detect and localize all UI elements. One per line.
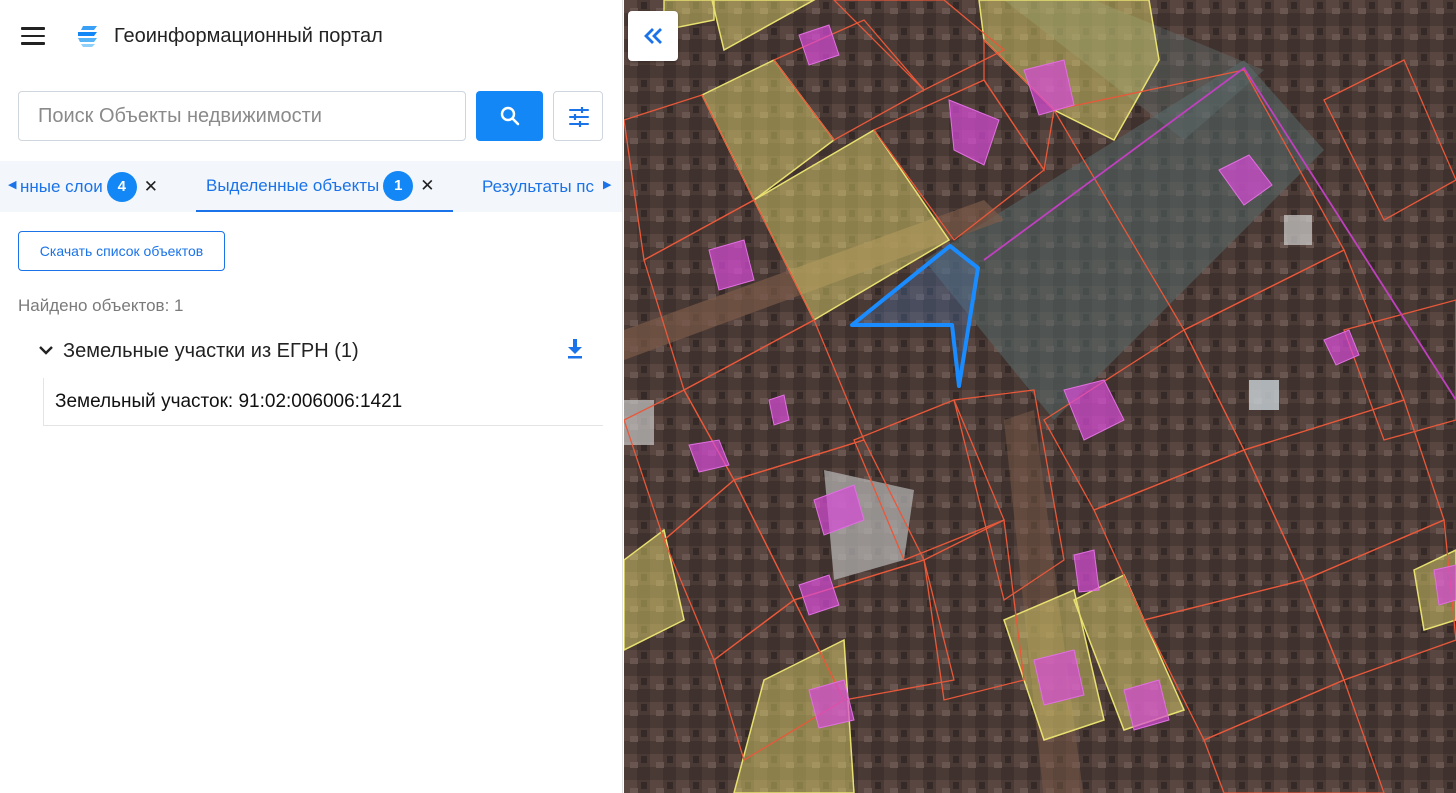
tab-close-icon[interactable]: ✕ <box>144 177 158 197</box>
side-panel: Геоинформационный портал ◀ <box>0 0 623 793</box>
menu-icon[interactable] <box>21 27 45 45</box>
result-group-title: Земельные участки из ЕГРН (1) <box>63 340 359 362</box>
double-chevron-left-icon <box>644 28 662 44</box>
list-item-label: Земельный участок: 91:02:006006:1421 <box>55 391 403 412</box>
search-input[interactable] <box>19 92 465 140</box>
download-icon[interactable] <box>565 338 585 360</box>
collapse-panel-button[interactable] <box>628 11 678 61</box>
search-button[interactable] <box>476 91 543 141</box>
tab-bar: ◀ нные слои 4 ✕ Выделенные объекты 1 ✕ Р… <box>0 161 622 212</box>
top-bar: Геоинформационный портал <box>0 0 622 72</box>
result-group-header[interactable]: Земельные участки из ЕГРН (1) <box>35 333 605 369</box>
tab-count-badge: 1 <box>383 170 414 201</box>
satellite-map[interactable] <box>624 0 1456 793</box>
tab-scroll-right-icon[interactable]: ▶ <box>603 179 611 191</box>
sliders-icon <box>569 107 589 127</box>
tab-scroll-left-icon[interactable]: ◀ <box>8 179 16 191</box>
tab-label: Результаты пс <box>482 176 594 196</box>
chevron-down-icon[interactable] <box>37 341 55 359</box>
page-title: Геоинформационный портал <box>114 25 383 47</box>
portal-logo-icon <box>78 26 97 47</box>
map-view[interactable] <box>624 0 1456 793</box>
filter-button[interactable] <box>553 91 603 141</box>
tab-label: нные слои <box>20 176 103 196</box>
download-list-button[interactable]: Скачать список объектов <box>18 231 225 271</box>
search-box <box>18 91 466 141</box>
app-root: Геоинформационный портал ◀ <box>0 0 1456 793</box>
search-icon <box>500 106 520 126</box>
tab-count-badge: 4 <box>106 171 137 202</box>
tab-layers[interactable]: нные слои 4 ✕ <box>20 161 158 212</box>
tab-close-icon[interactable]: ✕ <box>420 176 434 196</box>
tab-search-results[interactable]: Результаты пс <box>482 161 594 212</box>
tab-label: Выделенные объекты <box>206 175 380 195</box>
found-count: Найдено объектов: 1 <box>18 296 184 315</box>
list-item[interactable]: Земельный участок: 91:02:006006:1421 <box>43 378 603 426</box>
tab-selected-objects[interactable]: Выделенные объекты 1 ✕ <box>196 161 453 212</box>
